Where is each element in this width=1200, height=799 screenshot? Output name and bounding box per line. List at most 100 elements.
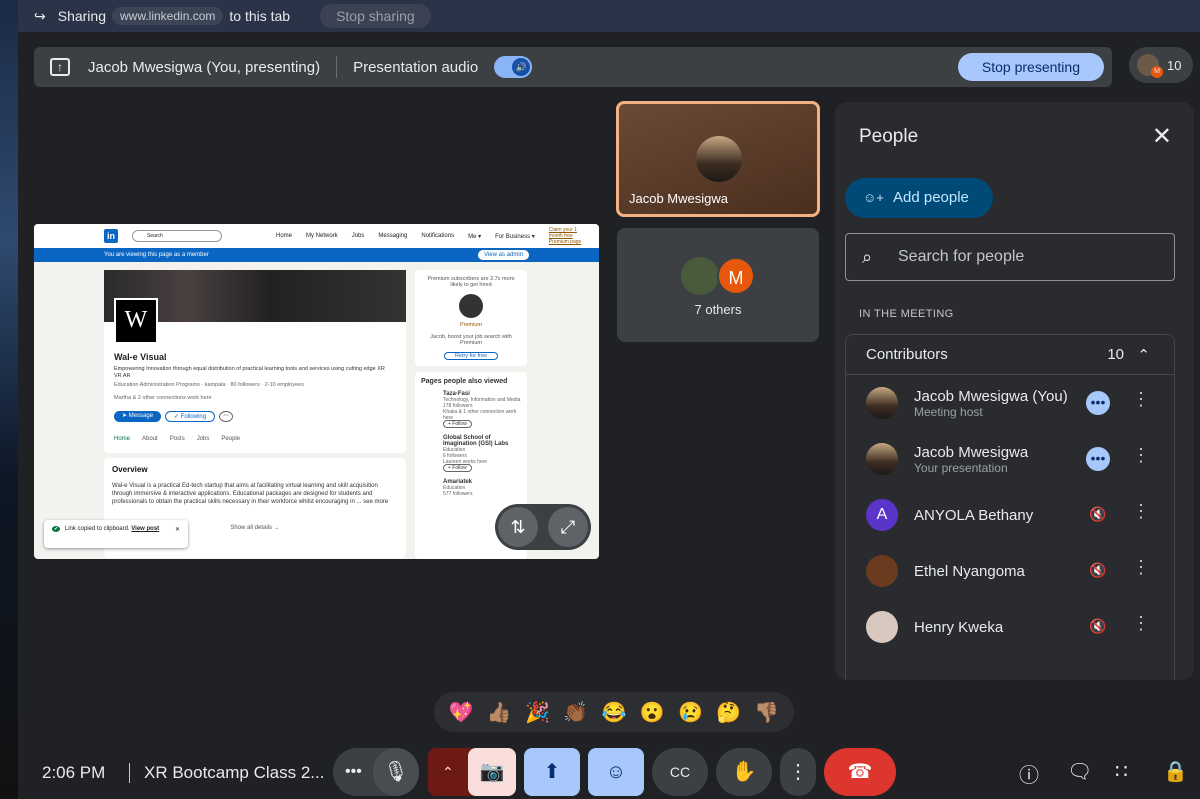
tab-posts[interactable]: Posts: [170, 436, 185, 442]
more-audio-icon[interactable]: •••: [345, 748, 362, 796]
contributors-header[interactable]: Contributors 10 ⌃: [846, 335, 1174, 375]
nav-premium-link[interactable]: Claim your 1 month free Premium page: [549, 227, 589, 245]
add-people-button[interactable]: Add people: [845, 178, 993, 218]
tab-jobs[interactable]: Jobs: [197, 436, 210, 442]
others-tile[interactable]: M 7 others: [617, 228, 819, 342]
nav-notifications[interactable]: Notifications: [421, 233, 454, 239]
chevron-up-icon[interactable]: ⌃: [442, 748, 454, 796]
reaction-party[interactable]: 🎉: [525, 700, 550, 725]
swap-icon[interactable]: ⇅: [498, 507, 538, 547]
reaction-thinking[interactable]: 🤔: [716, 700, 741, 725]
tab-about[interactable]: About: [142, 436, 158, 442]
more-icon[interactable]: •••: [1086, 447, 1110, 471]
participant-row[interactable]: Jacob Mwesigwa Your presentation ••• ⋮: [846, 431, 1174, 487]
self-video-tile[interactable]: Jacob Mwesigwa: [616, 101, 820, 217]
bottom-bar: 2:06 PM XR Bootcamp Class 2... ••• 🎙 ⌃ 📷…: [0, 745, 1200, 799]
chevron-up-icon[interactable]: ⌃: [1137, 346, 1150, 364]
linkedin-logo-icon: in: [104, 229, 118, 243]
participant-count: 10: [1167, 57, 1182, 73]
stop-sharing-button[interactable]: Stop sharing: [320, 4, 431, 28]
message-button[interactable]: ➤ Message: [114, 411, 162, 422]
group-count: 10: [1107, 346, 1124, 363]
nav-messaging[interactable]: Messaging: [378, 233, 407, 239]
participant-row[interactable]: A ANYOLA Bethany 🔇 ⋮: [846, 487, 1174, 543]
reaction-laugh[interactable]: 😂: [602, 700, 627, 725]
reaction-cry[interactable]: 😢: [678, 700, 703, 725]
more-icon[interactable]: •••: [1086, 391, 1110, 415]
nav-me[interactable]: Me ▾: [468, 233, 481, 240]
tagline-text: Empowering Innovation through equal dist…: [114, 366, 385, 379]
following-button[interactable]: ✓ Following: [165, 411, 216, 422]
participant-row[interactable]: Ethel Nyangoma 🔇 ⋮: [846, 543, 1174, 599]
share-bar: ↪ Sharing www.linkedin.com to this tab S…: [18, 0, 1200, 32]
reaction-thumbs-down[interactable]: 👎🏽: [754, 700, 779, 725]
close-icon[interactable]: ✕: [1152, 122, 1172, 151]
page-item: Amariatek Education 577 followers: [421, 479, 521, 497]
emoji-button[interactable]: ☺: [588, 748, 644, 796]
tile-name: Jacob Mwesigwa: [629, 191, 728, 206]
raise-hand-button[interactable]: ✋: [716, 748, 772, 796]
end-call-button[interactable]: ☎: [824, 748, 896, 796]
captions-button[interactable]: CC: [652, 748, 708, 796]
participant-row[interactable]: Henry Kweka 🔇 ⋮: [846, 599, 1174, 655]
participant-role: Your presentation: [914, 460, 1008, 475]
avatar: [866, 555, 898, 587]
retry-free-button[interactable]: Retry for free: [444, 352, 498, 360]
presenting-bar: ↑ Jacob Mwesigwa (You, presenting) Prese…: [34, 47, 1112, 87]
company-actions: ➤ Message ✓ Following ⋯: [114, 411, 234, 422]
reaction-clap[interactable]: 👏🏾: [563, 700, 588, 725]
view-as-admin-button[interactable]: View as admin: [478, 250, 529, 260]
tab-people[interactable]: People: [221, 436, 240, 442]
kebab-menu-icon[interactable]: ⋮: [1132, 445, 1150, 466]
more-options-button[interactable]: ⋯: [219, 411, 234, 422]
kebab-menu-icon[interactable]: ⋮: [1132, 613, 1150, 634]
camera-off-icon[interactable]: 📷: [468, 748, 516, 796]
more-options-button[interactable]: ⋮: [780, 748, 816, 796]
reaction-thumbs-up[interactable]: 👍🏽: [487, 700, 512, 725]
participant-name: Ethel Nyangoma: [914, 562, 1025, 580]
search-people-input[interactable]: ⌕ Search for people: [845, 233, 1175, 281]
reactions-bar: 💖 👍🏽 🎉 👏🏾 😂 😮 😢 🤔 👎🏽: [434, 692, 794, 732]
presentation-audio-toggle[interactable]: [494, 56, 533, 78]
toast-view-post-link[interactable]: View post: [131, 526, 159, 532]
stop-presenting-button[interactable]: Stop presenting: [957, 53, 1104, 81]
close-icon[interactable]: ✕: [175, 526, 180, 533]
reaction-surprised[interactable]: 😮: [640, 700, 665, 725]
page-followers: 577 followers: [443, 491, 473, 497]
kebab-menu-icon[interactable]: ⋮: [1132, 557, 1150, 578]
premium-ad-text: Premium subscribers are 2.7x more likely…: [427, 276, 515, 288]
host-controls-icon[interactable]: 🔒: [1163, 759, 1188, 784]
reaction-sparkling-heart[interactable]: 💖: [449, 700, 474, 725]
participant-count-chip[interactable]: 10: [1129, 47, 1193, 83]
pages-viewed-title: Pages people also viewed: [421, 378, 508, 385]
kebab-menu-icon[interactable]: ⋮: [1132, 501, 1150, 522]
microphone-icon[interactable]: 🎙: [373, 748, 419, 796]
company-tabs: Home About Posts Jobs People: [114, 436, 240, 442]
page-name[interactable]: Global School of Imagination (GSI) Labs: [443, 435, 508, 447]
avatar: A: [866, 499, 898, 531]
clipboard-toast: Link copied to clipboard. View post ✕: [44, 520, 188, 548]
share-icon: ↪: [34, 7, 46, 24]
follow-button[interactable]: + Follow: [443, 420, 472, 428]
linkedin-search[interactable]: Search: [132, 230, 222, 242]
divider: [336, 56, 338, 78]
nav-home[interactable]: Home: [276, 233, 292, 239]
kebab-menu-icon[interactable]: ⋮: [1132, 389, 1150, 410]
present-screen-button[interactable]: ⬆: [524, 748, 580, 796]
nav-network[interactable]: My Network: [306, 233, 338, 239]
contributors-group: Contributors 10 ⌃ Jacob Mwesigwa (You) Me…: [845, 334, 1175, 680]
participant-row[interactable]: Jacob Mwesigwa (You) Meeting host ••• ⋮: [846, 375, 1174, 431]
activities-icon[interactable]: ∷: [1115, 759, 1128, 784]
nav-jobs[interactable]: Jobs: [352, 233, 365, 239]
follow-button[interactable]: + Follow: [443, 464, 472, 472]
presenter-label: Jacob Mwesigwa (You, presenting): [88, 58, 321, 76]
avatar: [866, 387, 898, 419]
nav-business[interactable]: For Business ▾: [495, 233, 535, 240]
people-panel: People ✕ Add people ⌕ Search for people …: [835, 102, 1194, 680]
premium-label: Premium: [459, 322, 482, 328]
mic-off-icon: 🔇: [1089, 506, 1107, 522]
chat-icon[interactable]: 🗨: [1067, 759, 1092, 784]
info-icon[interactable]: ⓘ: [1019, 759, 1039, 788]
tab-home[interactable]: Home: [114, 436, 130, 442]
expand-icon[interactable]: ⤢: [548, 507, 588, 547]
